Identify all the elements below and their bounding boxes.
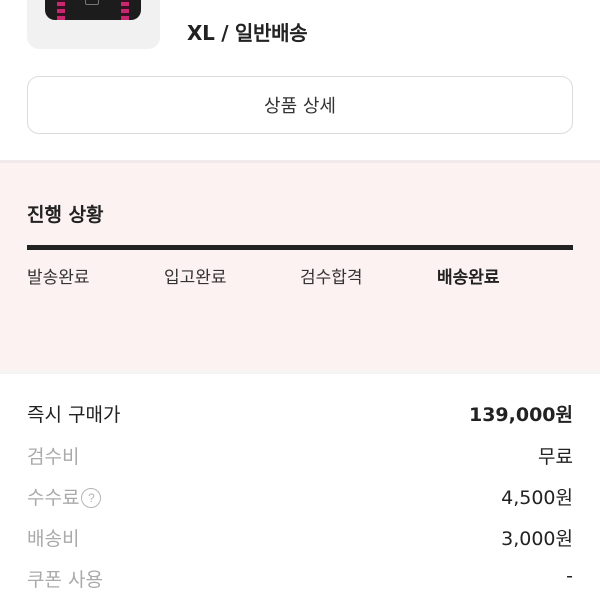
progress-bar (27, 245, 573, 250)
price-row-shipping-fee: 배송비 3,000원 (27, 524, 573, 552)
price-row-inspection-fee: 검수비 무료 (27, 442, 573, 470)
product-summary: XL / 일반배송 (0, 0, 600, 60)
progress-steps: 발송완료 입고완료 검수합격 배송완료 (27, 263, 587, 289)
step-inspection-passed: 검수합격 (300, 268, 363, 288)
price-row-commission: 수수료? 4,500원 (27, 483, 573, 511)
product-thumbnail[interactable] (27, 0, 160, 49)
price-label: 즉시 구매가 (27, 404, 121, 426)
section-divider (0, 370, 600, 374)
progress-section: 진행 상황 발송완료 입고완료 검수합격 배송완료 (0, 163, 600, 370)
product-option: XL / 일반배송 (187, 21, 308, 45)
price-value: 3,000원 (501, 528, 573, 550)
price-label: 배송비 (27, 528, 80, 550)
garment-image (45, 0, 141, 20)
garment-stripe (121, 0, 129, 20)
step-shipped: 발송완료 (27, 268, 90, 288)
garment-stripe (57, 0, 65, 20)
price-label: 쿠폰 사용 (27, 569, 103, 591)
question-circle-icon[interactable]: ? (81, 488, 102, 508)
step-delivered: 배송완료 (437, 268, 500, 288)
price-label: 수수료? (27, 483, 102, 510)
product-detail-button[interactable]: 상품 상세 (27, 76, 573, 134)
price-value: - (566, 565, 573, 587)
price-row-coupon: 쿠폰 사용 - (27, 565, 573, 593)
price-label: 검수비 (27, 446, 80, 468)
step-received: 입고완료 (164, 268, 227, 288)
price-value: 무료 (538, 446, 573, 468)
price-row-instant-buy: 즉시 구매가 139,000원 (27, 400, 573, 428)
price-value: 139,000원 (468, 404, 573, 426)
price-value: 4,500원 (501, 487, 573, 509)
commission-label: 수수료 (27, 487, 80, 509)
garment-logo (85, 0, 99, 5)
progress-title: 진행 상황 (27, 204, 104, 226)
